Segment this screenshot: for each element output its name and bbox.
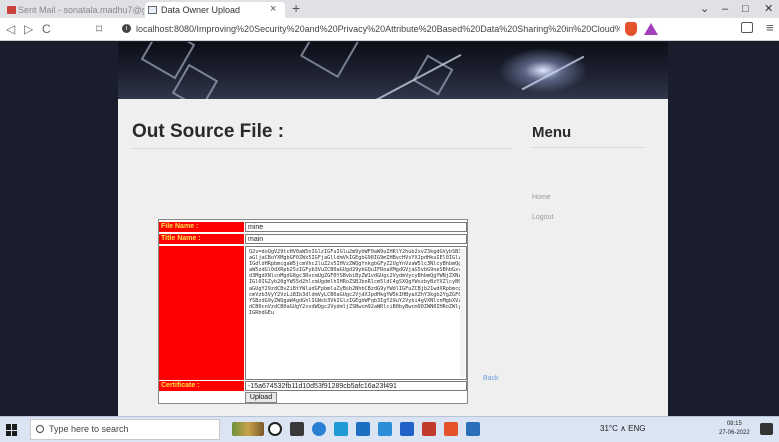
tab-title: Data Owner Upload <box>161 5 241 15</box>
certificate-row: Certificate : -15a674532fb11d10d53f91289… <box>159 381 469 392</box>
minimize-button[interactable]: – <box>722 1 728 17</box>
page-icon <box>148 6 157 14</box>
taskbar-search-input[interactable]: Type here to search <box>30 419 220 440</box>
close-window-button[interactable]: ✕ <box>764 1 773 17</box>
forward-icon[interactable]: ▷ <box>24 21 33 37</box>
file-name-label: File Name : <box>159 222 244 232</box>
upload-form: File Name : mine Title Name : main Q2v=d… <box>158 219 468 404</box>
url-text: localhost:8080/Improving%20Security%20an… <box>136 24 620 34</box>
word-icon[interactable] <box>400 422 414 436</box>
windows-start-icon[interactable] <box>6 424 18 436</box>
certificate-input[interactable]: -15a674532fb11d10d53f91289cb5afc16a23f49… <box>245 381 467 391</box>
file-explorer-icon[interactable] <box>378 422 392 436</box>
banner-glow <box>498 48 588 93</box>
file-content-textarea[interactable]: Q2v=doQgV29tcHV0aW5nIGlzIGFuIGlu2m9ybWF0… <box>245 246 467 380</box>
close-tab-icon[interactable]: × <box>270 2 276 16</box>
bookmark-icon[interactable]: ⌑ <box>96 21 102 37</box>
notification-icon[interactable] <box>760 423 773 435</box>
store-icon[interactable] <box>334 422 348 436</box>
url-input[interactable]: i localhost:8080/Improving%20Security%20… <box>120 20 620 38</box>
brave-rewards-icon[interactable] <box>644 23 658 35</box>
page-title: Out Source File : <box>132 121 285 142</box>
divider <box>132 148 512 149</box>
browser-menu-icon[interactable]: ≡ <box>766 20 774 36</box>
vscode-icon[interactable] <box>466 422 480 436</box>
file-name-input[interactable]: mine <box>245 222 467 232</box>
clock-time: 08:15 <box>726 421 742 427</box>
app-icon[interactable] <box>422 422 436 436</box>
maximize-button[interactable]: □ <box>742 1 749 17</box>
title-name-label: Title Name : <box>159 234 244 244</box>
certificate-label: Certificate : <box>159 381 244 391</box>
clock-date: 27-06-2022 <box>719 430 750 436</box>
task-view-icon[interactable] <box>268 422 282 436</box>
taskbar-clock[interactable]: 08:15 27-06-2022 <box>719 420 750 438</box>
site-info-icon[interactable]: i <box>122 24 131 33</box>
content-label <box>159 246 244 380</box>
search-placeholder: Type here to search <box>49 424 129 434</box>
tab-sent-mail[interactable]: Sent Mail - sonatala.madhu7@gmail.com <box>4 2 144 18</box>
file-content-text: Q2v=doQgV29tcHV0aW5nIGlzIGFuIGlu2m9ybWF0… <box>249 249 462 316</box>
new-tab-button[interactable]: + <box>292 1 300 15</box>
brave-shield-icon[interactable] <box>625 22 637 36</box>
back-icon[interactable]: ◁ <box>6 21 15 37</box>
windows-taskbar: Type here to search 31°C ∧ ENG 08:15 27-… <box>0 416 779 442</box>
header-banner <box>118 42 668 99</box>
search-icon <box>36 425 44 433</box>
upload-button[interactable]: Upload <box>245 392 277 403</box>
upload-row: Upload <box>159 392 469 404</box>
content-row: Q2v=doQgV29tcHV0aW5nIGlzIGFuIGlu2m9ybWF0… <box>159 246 469 380</box>
main-content: Out Source File : Menu Home Logout File … <box>118 99 668 416</box>
menu-link-home[interactable]: Home <box>532 194 551 201</box>
file-name-row: File Name : mine <box>159 222 469 233</box>
collapse-icon[interactable]: ⌄ <box>700 1 709 17</box>
reload-icon[interactable]: C <box>42 21 51 37</box>
back-link[interactable]: Back <box>483 375 499 382</box>
page-viewport: Out Source File : Menu Home Logout File … <box>0 42 779 416</box>
weather-widget-icon[interactable] <box>232 422 264 436</box>
menu-heading: Menu <box>532 124 572 141</box>
edge-icon[interactable] <box>312 422 326 436</box>
title-name-row: Title Name : main <box>159 234 469 245</box>
menu-link-logout[interactable]: Logout <box>532 214 553 221</box>
tab-title: Sent Mail - sonatala.madhu7@gmail.com <box>18 5 144 15</box>
sidebar-icon[interactable] <box>741 22 753 33</box>
mail-icon[interactable] <box>356 422 370 436</box>
widgets-icon[interactable] <box>290 422 304 436</box>
gmail-icon <box>7 6 16 14</box>
tab-data-owner-upload[interactable]: Data Owner Upload <box>145 2 285 18</box>
address-bar-row: ◁ ▷ C ⌑ i localhost:8080/Improving%20Sec… <box>0 18 779 41</box>
banner-hexagon <box>299 42 361 79</box>
title-name-input[interactable]: main <box>245 234 467 244</box>
brave-taskbar-icon[interactable] <box>444 422 458 436</box>
system-tray[interactable]: 31°C ∧ ENG <box>600 424 646 433</box>
divider <box>532 147 644 148</box>
textarea-scrollbar[interactable] <box>460 249 465 377</box>
browser-tab-strip: Sent Mail - sonatala.madhu7@gmail.com Da… <box>0 0 779 18</box>
